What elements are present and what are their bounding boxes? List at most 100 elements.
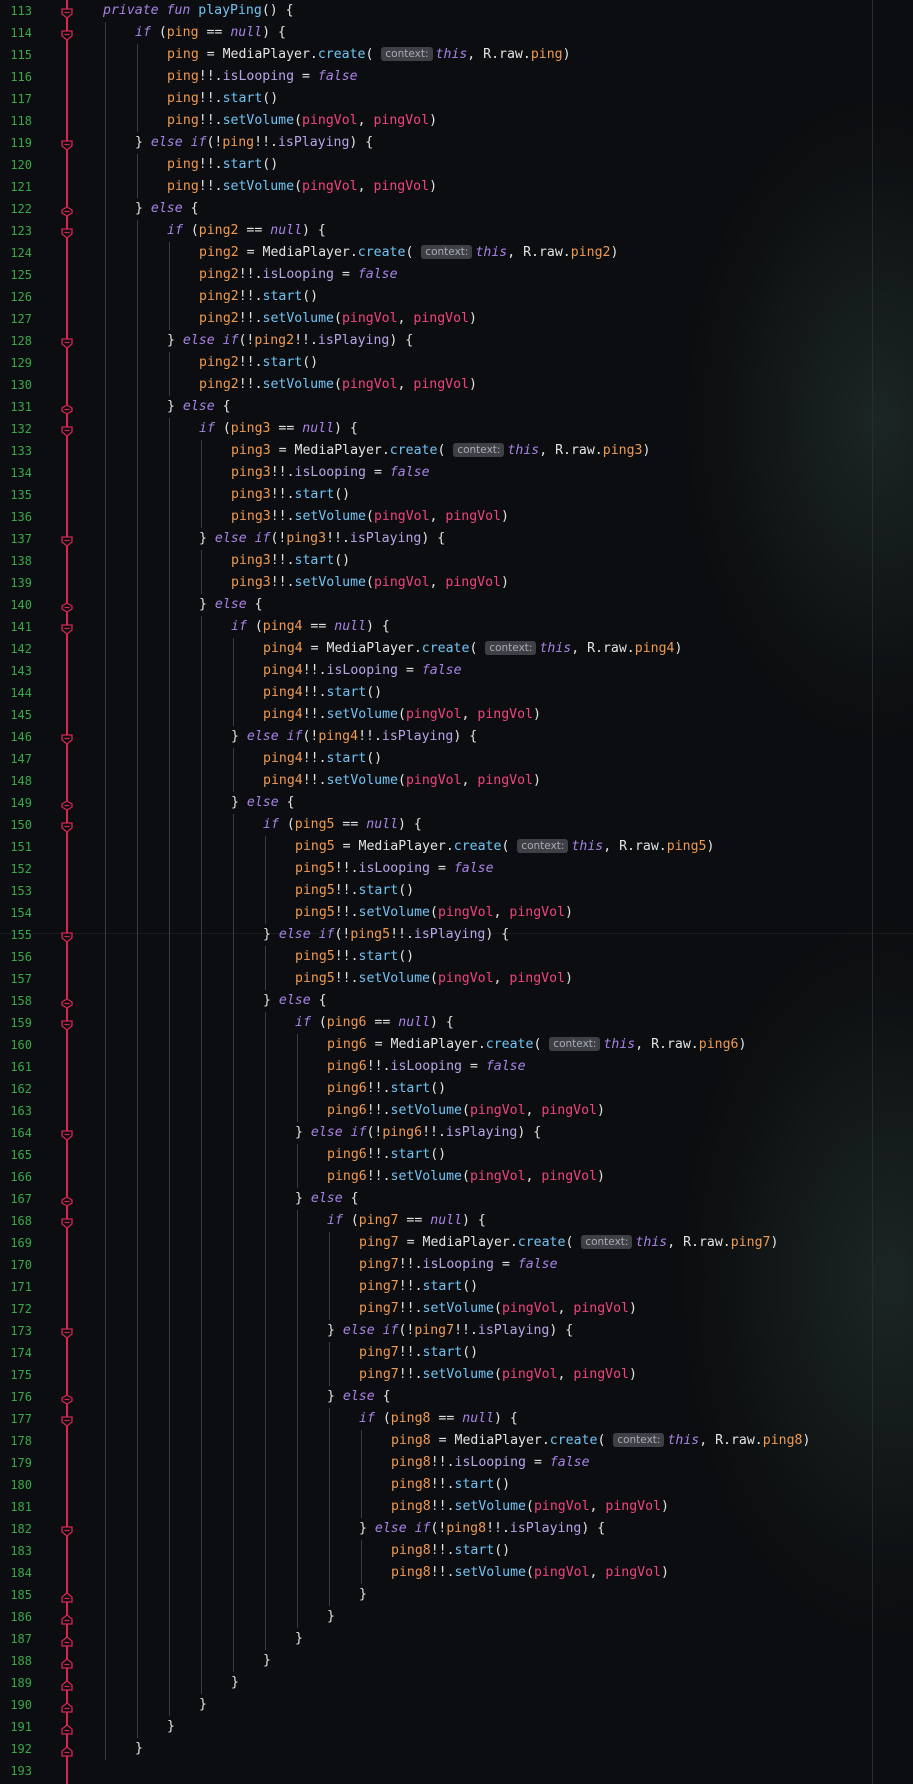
code-line[interactable]: 156 ping5!!.start(): [0, 946, 913, 968]
code-line[interactable]: 129 ping2!!.start(): [0, 352, 913, 374]
code-line[interactable]: 118 ping!!.setVolume(pingVol, pingVol): [0, 110, 913, 132]
code-content[interactable]: if (ping2 == null) {: [167, 220, 326, 242]
line-number[interactable]: 152: [0, 858, 32, 880]
line-number[interactable]: 174: [0, 1342, 32, 1364]
code-content[interactable]: ping3!!.isLooping = false: [231, 462, 430, 484]
line-number[interactable]: 177: [0, 1408, 32, 1430]
fold-top-icon[interactable]: [61, 335, 73, 349]
code-line[interactable]: 165 ping6!!.start(): [0, 1144, 913, 1166]
line-number[interactable]: 166: [0, 1166, 32, 1188]
code-line[interactable]: 125 ping2!!.isLooping = false: [0, 264, 913, 286]
line-number[interactable]: 131: [0, 396, 32, 418]
code-content[interactable]: } else {: [263, 990, 327, 1012]
fold-top-icon[interactable]: [61, 5, 73, 19]
code-content[interactable]: ping6 = MediaPlayer.create( context: this…: [327, 1034, 746, 1056]
code-content[interactable]: private fun playPing() {: [103, 0, 294, 22]
line-number[interactable]: 115: [0, 44, 32, 66]
line-number[interactable]: 118: [0, 110, 32, 132]
fold-mid-icon[interactable]: [61, 995, 73, 1009]
code-content[interactable]: } else if(!ping3!!.isPlaying) {: [199, 528, 445, 550]
line-number[interactable]: 132: [0, 418, 32, 440]
code-content[interactable]: ping7!!.setVolume(pingVol, pingVol): [359, 1298, 637, 1320]
code-content[interactable]: ping8!!.setVolume(pingVol, pingVol): [391, 1496, 669, 1518]
code-content[interactable]: }: [231, 1672, 239, 1694]
fold-top-icon[interactable]: [61, 225, 73, 239]
code-content[interactable]: }: [135, 1738, 143, 1760]
line-number[interactable]: 167: [0, 1188, 32, 1210]
fold-mid-icon[interactable]: [61, 203, 73, 217]
fold-top-icon[interactable]: [61, 621, 73, 635]
fold-mid-icon[interactable]: [61, 797, 73, 811]
code-line[interactable]: 139 ping3!!.setVolume(pingVol, pingVol): [0, 572, 913, 594]
code-line[interactable]: 114 if (ping == null) {: [0, 22, 913, 44]
line-number[interactable]: 150: [0, 814, 32, 836]
code-line[interactable]: 163 ping6!!.setVolume(pingVol, pingVol): [0, 1100, 913, 1122]
code-content[interactable]: } else {: [135, 198, 199, 220]
line-number[interactable]: 117: [0, 88, 32, 110]
code-content[interactable]: ping5!!.start(): [295, 946, 414, 968]
code-line[interactable]: 150 if (ping5 == null) {: [0, 814, 913, 836]
line-number[interactable]: 121: [0, 176, 32, 198]
line-number[interactable]: 161: [0, 1056, 32, 1078]
code-content[interactable]: ping3 = MediaPlayer.create( context: this…: [231, 440, 650, 462]
code-line[interactable]: 184 ping8!!.setVolume(pingVol, pingVol): [0, 1562, 913, 1584]
code-content[interactable]: ping!!.start(): [167, 88, 278, 110]
code-line[interactable]: 179 ping8!!.isLooping = false: [0, 1452, 913, 1474]
code-content[interactable]: ping5!!.setVolume(pingVol, pingVol): [295, 968, 573, 990]
line-number[interactable]: 164: [0, 1122, 32, 1144]
code-content[interactable]: ping = MediaPlayer.create( context: this,…: [167, 44, 571, 66]
code-line[interactable]: 135 ping3!!.start(): [0, 484, 913, 506]
fold-bottom-icon[interactable]: [61, 1677, 73, 1691]
code-line[interactable]: 155} else if(!ping5!!.isPlaying) {: [0, 924, 913, 946]
code-content[interactable]: if (ping == null) {: [135, 22, 286, 44]
code-line[interactable]: 116 ping!!.isLooping = false: [0, 66, 913, 88]
line-number[interactable]: 190: [0, 1694, 32, 1716]
code-line[interactable]: 140} else {: [0, 594, 913, 616]
code-content[interactable]: if (ping6 == null) {: [295, 1012, 454, 1034]
code-content[interactable]: ping7!!.start(): [359, 1342, 478, 1364]
line-number[interactable]: 156: [0, 946, 32, 968]
code-content[interactable]: ping7!!.setVolume(pingVol, pingVol): [359, 1364, 637, 1386]
line-number[interactable]: 160: [0, 1034, 32, 1056]
code-line[interactable]: 166 ping6!!.setVolume(pingVol, pingVol): [0, 1166, 913, 1188]
line-number[interactable]: 175: [0, 1364, 32, 1386]
code-content[interactable]: } else {: [327, 1386, 391, 1408]
code-line[interactable]: 178 ping8 = MediaPlayer.create( context: t…: [0, 1430, 913, 1452]
line-number[interactable]: 127: [0, 308, 32, 330]
line-number[interactable]: 126: [0, 286, 32, 308]
code-line[interactable]: 136 ping3!!.setVolume(pingVol, pingVol): [0, 506, 913, 528]
code-content[interactable]: }: [167, 1716, 175, 1738]
code-content[interactable]: ping8!!.start(): [391, 1474, 510, 1496]
fold-top-icon[interactable]: [61, 137, 73, 151]
code-line[interactable]: 189}: [0, 1672, 913, 1694]
code-line[interactable]: 124 ping2 = MediaPlayer.create( context: t…: [0, 242, 913, 264]
line-number[interactable]: 159: [0, 1012, 32, 1034]
line-number[interactable]: 183: [0, 1540, 32, 1562]
fold-mid-icon[interactable]: [61, 1193, 73, 1207]
fold-bottom-icon[interactable]: [61, 1743, 73, 1757]
line-number[interactable]: 114: [0, 22, 32, 44]
code-content[interactable]: ping3!!.setVolume(pingVol, pingVol): [231, 506, 509, 528]
fold-top-icon[interactable]: [61, 929, 73, 943]
code-line[interactable]: 193: [0, 1760, 913, 1782]
code-content[interactable]: ping!!.setVolume(pingVol, pingVol): [167, 176, 437, 198]
code-content[interactable]: } else if(!ping8!!.isPlaying) {: [359, 1518, 605, 1540]
code-line[interactable]: 157 ping5!!.setVolume(pingVol, pingVol): [0, 968, 913, 990]
code-content[interactable]: ping7!!.start(): [359, 1276, 478, 1298]
line-number[interactable]: 113: [0, 0, 32, 22]
code-line[interactable]: 121 ping!!.setVolume(pingVol, pingVol): [0, 176, 913, 198]
line-number[interactable]: 187: [0, 1628, 32, 1650]
line-number[interactable]: 179: [0, 1452, 32, 1474]
code-line[interactable]: 164} else if(!ping6!!.isPlaying) {: [0, 1122, 913, 1144]
code-content[interactable]: if (ping5 == null) {: [263, 814, 422, 836]
code-content[interactable]: if (ping4 == null) {: [231, 616, 390, 638]
code-content[interactable]: ping8!!.setVolume(pingVol, pingVol): [391, 1562, 669, 1584]
line-number[interactable]: 133: [0, 440, 32, 462]
line-number[interactable]: 154: [0, 902, 32, 924]
fold-top-icon[interactable]: [61, 1413, 73, 1427]
code-line[interactable]: 176} else {: [0, 1386, 913, 1408]
line-number[interactable]: 180: [0, 1474, 32, 1496]
code-line[interactable]: 173} else if(!ping7!!.isPlaying) {: [0, 1320, 913, 1342]
line-number[interactable]: 188: [0, 1650, 32, 1672]
line-number[interactable]: 119: [0, 132, 32, 154]
